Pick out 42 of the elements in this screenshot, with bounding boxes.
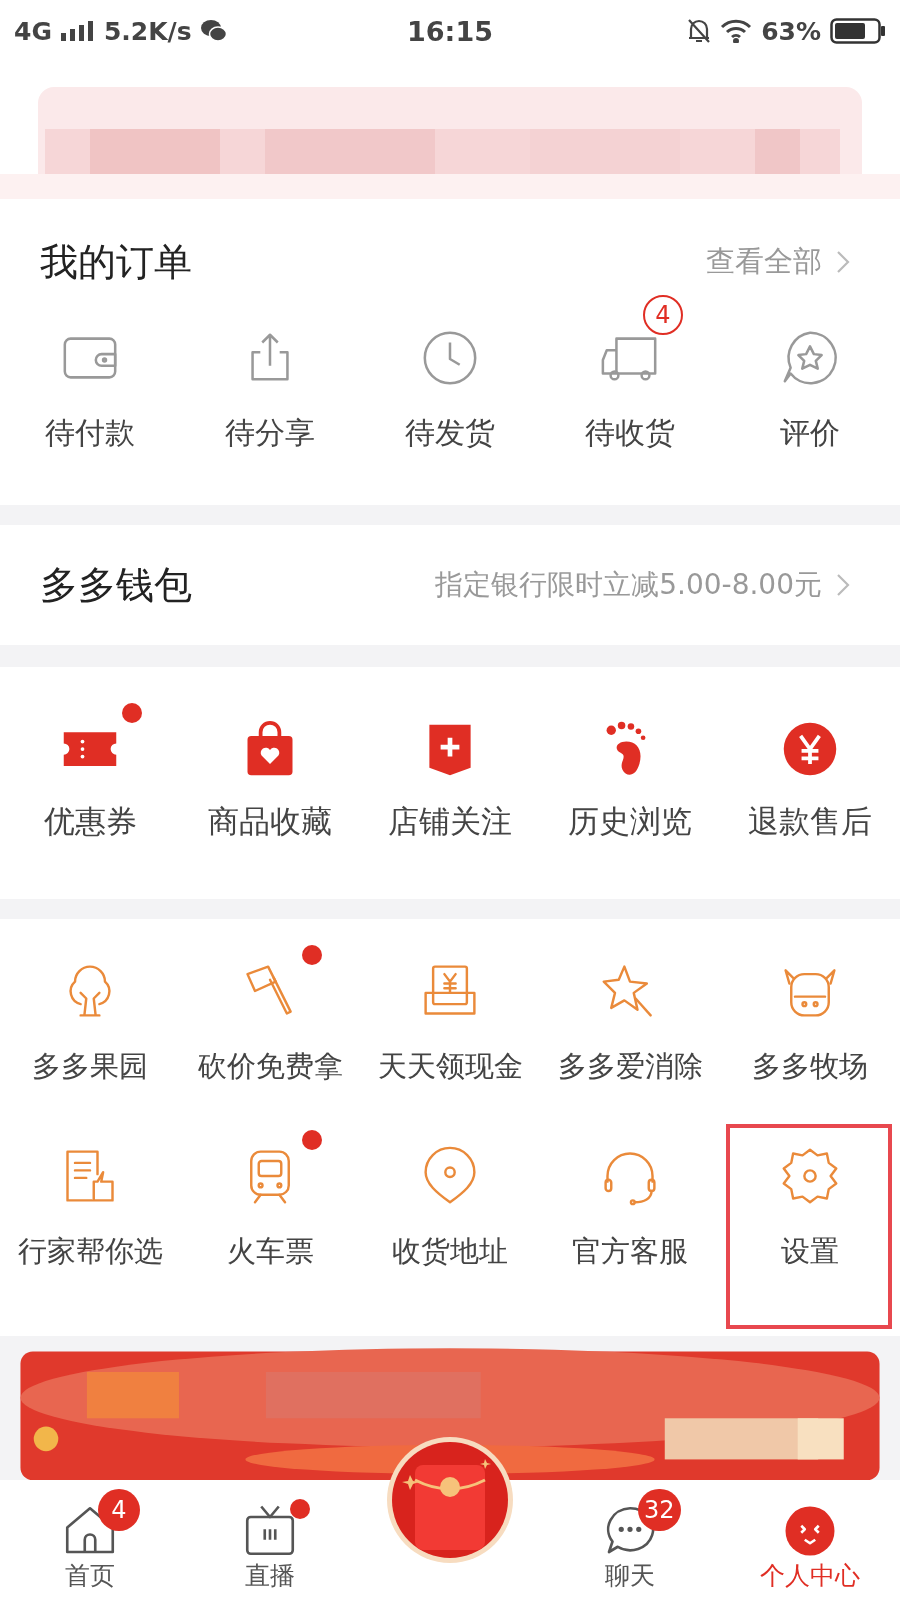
shortcut-label[interactable]: 商品收藏 [208, 801, 332, 843]
shortcut-label[interactable]: 退款售后 [748, 801, 872, 843]
clock-time: 16:15 [407, 15, 493, 47]
chevron-icon [836, 250, 850, 274]
shortcut-label[interactable]: 优惠券 [43, 801, 137, 843]
wifi-icon [720, 19, 753, 43]
section-title: 多多钱包 [40, 561, 193, 609]
nav-tab[interactable]: 32 聊天 [540, 1480, 720, 1600]
section-title: 我的订单 [40, 238, 193, 286]
network-type: 4G [14, 16, 52, 46]
nav-tab[interactable]: 4 首页 [0, 1480, 180, 1600]
count-badge: 4 [98, 1489, 140, 1531]
service-label[interactable]: 多多牧场 [752, 1047, 868, 1087]
chevron-icon [836, 573, 850, 597]
order-status-label[interactable]: 待付款 [45, 413, 135, 454]
count-badge: 32 [638, 1489, 681, 1531]
shortcut-label[interactable]: 历史浏览 [568, 801, 692, 843]
muted-bell-icon [687, 18, 712, 44]
service-label[interactable]: 砍价免费拿 [197, 1047, 343, 1087]
battery-icon [830, 18, 886, 44]
service-label[interactable]: 行家帮你选 [17, 1232, 163, 1272]
service-label[interactable]: 官方客服 [572, 1232, 688, 1272]
service-label[interactable]: 收货地址 [392, 1232, 508, 1272]
nav-tab[interactable]: 个人中心 [720, 1480, 900, 1600]
order-status-label[interactable]: 评价 [780, 413, 840, 454]
service-label[interactable]: 火车票 [226, 1232, 314, 1272]
network-speed: 5.2K/s [103, 16, 192, 46]
signal-icon [60, 21, 95, 41]
order-status-label[interactable]: 待发货 [405, 413, 495, 454]
battery-percent: 63% [761, 16, 821, 46]
shortcut-label[interactable]: 店铺关注 [388, 801, 512, 843]
service-label[interactable]: 天天领现金 [377, 1047, 523, 1087]
service-label[interactable]: 多多爱消除 [557, 1047, 703, 1087]
service-label[interactable]: 多多果园 [32, 1047, 148, 1087]
order-status-label[interactable]: 待收货 [585, 413, 675, 454]
envelope-button[interactable] [385, 1435, 515, 1565]
nav-tab[interactable]: 直播 [180, 1480, 360, 1600]
service-label[interactable]: 设置 [781, 1232, 839, 1272]
settings-icon[interactable] [780, 1146, 840, 1206]
order-status-label[interactable]: 待分享 [225, 413, 315, 454]
chat-app-icon [200, 19, 227, 43]
count-badge: 4 [643, 295, 683, 335]
